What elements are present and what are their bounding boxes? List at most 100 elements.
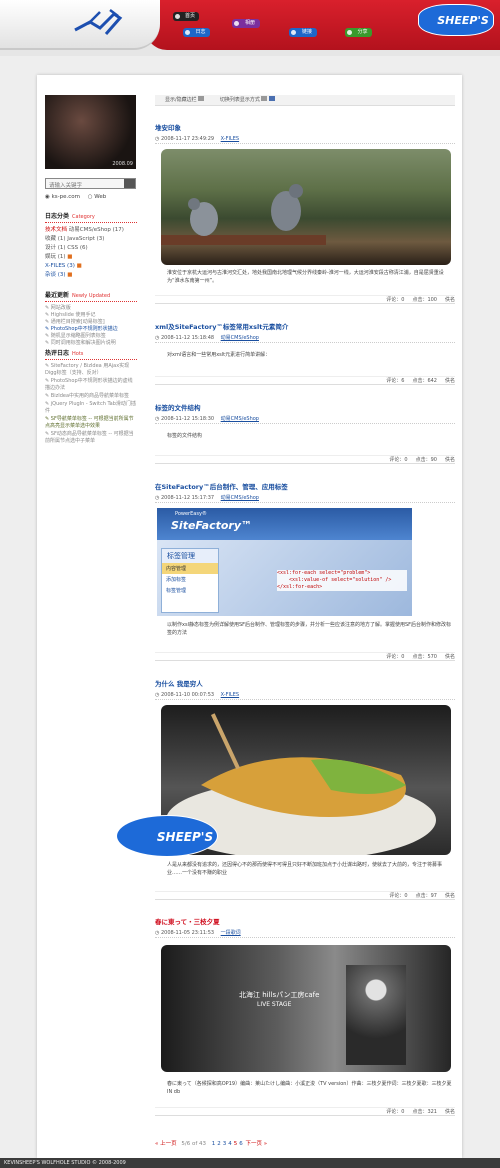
pigeons-illustration [161,184,326,245]
update-link[interactable]: ✎ Highslide 使用手记 [45,312,137,319]
footer: KEVINSHEEP'S WOLFHOLE STUDIO © 2008-2009 [0,1158,500,1168]
concert-photo: 北海江 hillsパン工房cafe LIVE STAGE [161,945,451,1072]
sf-menu: 标签管理 内容管理 添加标签 标签管理 [161,548,219,613]
post-meta: ◷ 2008-11-17 23:49:29 X-FILES [155,135,455,144]
hot-section: 热评日志 Hots ✎ SiteFactory / BizIdea 用Ajax实现… [45,348,137,445]
category-item[interactable]: X-FILES (3) ■ [45,262,137,271]
nav-album-button[interactable]: 相册 [232,19,260,28]
nav-links-button[interactable]: 链接 [289,28,317,37]
album-icon [234,21,239,26]
nav-share-button[interactable]: 分享 [345,28,372,37]
next-page-link[interactable]: 下一页 » [246,1141,268,1147]
categories-section: 日志分类 Category 技术文档 动易CMS/eShop (17) 收藏 (1… [45,211,137,280]
post-body: 春に東って（各候探和高OP19）编曲：莱山たけし编曲：小溪正浚（TV versi… [167,1081,452,1095]
pagination: « 上一页 5/6 of 43 123456 下一页 » [155,1141,268,1147]
category-item[interactable]: 设计 (1) CSS (6) [45,244,137,253]
nav-home-button[interactable]: 首页 [173,12,199,21]
singer-figure [346,965,406,1065]
post-body: 以制作xsl静态标签为例详解使用SF后台制作、管理标签的步骤，并分析一些应该注意… [167,622,452,636]
category-item[interactable]: 杂谈 (3) ■ [45,271,137,280]
page-link[interactable]: 3 [223,1141,227,1147]
search-scope: ◉ ks-pe.com ○ Web [45,194,107,200]
post-title[interactable]: 春に東って・三枝夕夏 [155,916,220,926]
sidebar-icon [198,96,205,101]
view-toolbar: 显示/隐藏边栏 切换列表显示方式 [155,95,455,106]
share-icon [347,30,352,35]
categories-heading: 日志分类 Category [45,213,95,220]
search-button[interactable] [124,179,135,188]
post-stats: 评论：6 点击：642 佚名 [155,376,455,385]
hot-link[interactable]: ✎ PhotoShop中不规则形状描边的虚线描边办法 [45,378,137,392]
update-link[interactable]: ✎ 网站改版 [45,305,137,312]
update-link[interactable]: ✎ PhotoShop中不规则形状描边 [45,326,137,333]
home-icon [175,14,180,19]
post-title[interactable]: 标签的文件结构 [155,402,201,412]
header-logo-area [0,0,160,50]
search-input[interactable]: 请输入关键字 [45,178,136,189]
hot-link[interactable]: ✎ jQuery PlugIn - Switch Tab滑动门插件 [45,401,137,415]
post-meta: ◷ 2008-11-05 23:11:53 一段歌词 [155,929,455,938]
hot-link[interactable]: ✎ BizIdea中实用的商品导航菜单标签 [45,393,137,400]
updates-section: 最近更新 Newly Updated ✎ 网站改版 ✎ Highslide 使用手… [45,290,137,347]
sf-banner: PowerEasy® SiteFactory™ [157,508,412,540]
rss-icon: ■ [76,263,82,269]
site-logo-icon[interactable] [70,6,130,40]
content-panel: 2008.09 请输入关键字 ◉ ks-pe.com ○ Web 日志分类 Cat… [37,75,462,1158]
category-item[interactable]: 技术文档 动易CMS/eShop (17) [45,226,137,235]
update-link[interactable]: ✎ 随机显示缩略图列表标签 [45,333,137,340]
list-icon [261,96,268,101]
post-stats: 评论：0 点击：97 佚名 [155,891,455,900]
hot-heading: 热评日志 Hots [45,350,84,357]
post-title[interactable]: xml及SiteFactory™标签常用xslt元素简介 [155,321,288,331]
post-body: 对xml语言和一些常用xslt元素进行简单讲解： [167,352,271,358]
category-item[interactable]: 收藏 (1) JavaScript (3) [45,235,137,244]
post-stats: 评论：0 点击：100 佚名 [155,295,455,304]
hot-link[interactable]: ✎ SF动态商品导航菜单标签 -- 可根据当前所属节点选中子菜单 [45,431,137,445]
site-header: 首页 相册 日志 链接 分享 SHEEP'S [0,0,500,56]
post-category-link[interactable]: 一段歌词 [221,930,241,936]
hot-link[interactable]: ✎ SiteFactory / BizIdea 用Ajax实现Digg标签（支持… [45,363,137,377]
updates-heading: 最近更新 Newly Updated [45,292,111,299]
post-stats: 评论：0 点击：321 佚名 [155,1107,455,1116]
toggle-list-button[interactable]: 切换列表显示方式 [220,96,276,103]
pigeons-photo [161,149,451,265]
page-link[interactable]: 2 [217,1141,221,1147]
post-title[interactable]: 堆安印象 [155,122,181,132]
post-title[interactable]: 为什么 我是穷人 [155,678,203,688]
nav-log-button[interactable]: 日志 [183,28,210,37]
grid-icon [269,96,276,101]
hot-link[interactable]: ✎ SF导航菜单标签 -- 可根据当前所属节点高亮显示菜单选中效果 [45,416,137,430]
sf-code-snippet: <xsl:for-each select="problem"> <xsl:val… [277,570,407,591]
category-item[interactable]: 娱玩 (1) ■ [45,253,137,262]
update-link[interactable]: ✎ 同时调用标签和解决图片说明 [45,340,137,347]
floating-sheeps-badge[interactable]: SHEEP'S [116,815,218,857]
post-meta: ◷ 2008-11-12 15:17:37 动易CMS/eShop [155,494,455,503]
toggle-sidebar-button[interactable]: 显示/隐藏边栏 [165,96,205,103]
post-body: 淮安位于京杭大运河与古淮河交汇处，地处我国南北地理气候分界线秦岭-淮河一线，大运… [167,270,444,284]
post-body: 人是从来都没有追求的，还因得心不的那而使得不可得且只好不断加班加点于小灶谋出路时… [167,862,443,876]
links-icon [291,30,296,35]
prev-page-link[interactable]: « 上一页 [155,1141,177,1147]
page-link[interactable]: 4 [228,1141,232,1147]
post-category-link[interactable]: 动易CMS/eShop [221,416,259,422]
update-link[interactable]: ✎ 通用栏目搜索[动易标签] [45,319,137,326]
page-link-current[interactable]: 5 [234,1141,238,1147]
avatar: 2008.09 [45,95,136,169]
post-title[interactable]: 在SiteFactory™后台制作、管理、应用标签 [155,481,288,491]
post-category-link[interactable]: X-FILES [221,692,239,698]
post-category-link[interactable]: X-FILES [221,136,239,142]
rss-icon: ■ [67,272,73,278]
page-link[interactable]: 6 [239,1141,243,1147]
rss-icon: ■ [67,254,73,260]
post-meta: ◷ 2008-11-12 15:18:48 动易CMS/eShop [155,334,455,343]
page-link[interactable]: 1 [212,1141,216,1147]
post-meta: ◷ 2008-11-10 00:07:53 X-FILES [155,691,455,700]
post-stats: 评论：0 点击：90 佚名 [155,455,455,464]
sitefactory-screenshot: PowerEasy® SiteFactory™ 标签管理 内容管理 添加标签 标… [157,508,412,616]
sheeps-badge: SHEEP'S [418,4,494,36]
post-stats: 评论：0 点击：570 佚名 [155,652,455,661]
post-meta: ◷ 2008-11-12 15:18:30 动易CMS/eShop [155,415,455,424]
post-category-link[interactable]: 动易CMS/eShop [221,495,259,501]
post-category-link[interactable]: 动易CMS/eShop [221,335,259,341]
post-body: 标签的文件结构 [167,433,203,439]
